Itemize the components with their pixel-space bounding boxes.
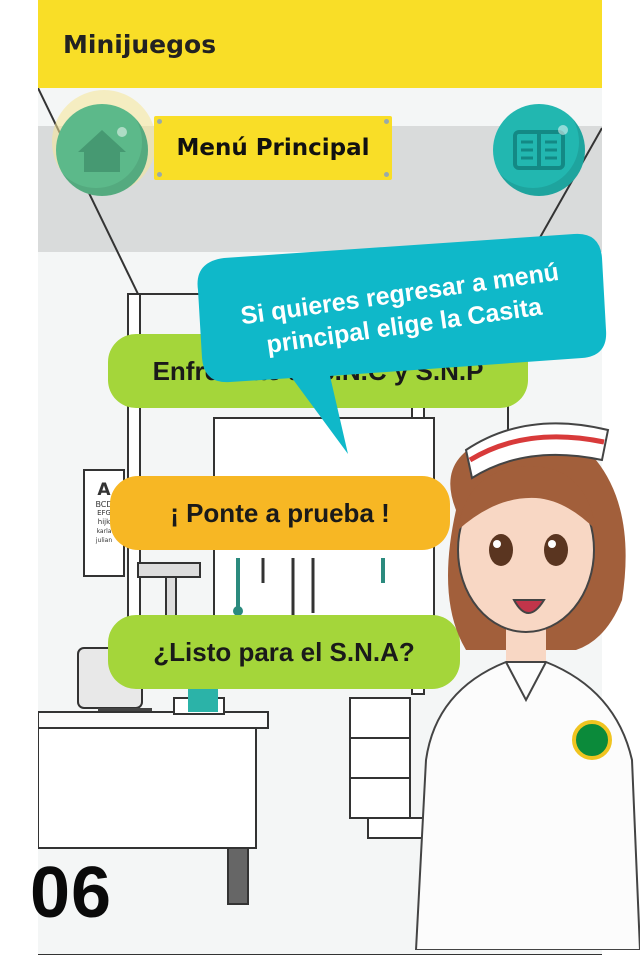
nurse-character [414,422,640,950]
page-number: 06 [30,853,113,933]
